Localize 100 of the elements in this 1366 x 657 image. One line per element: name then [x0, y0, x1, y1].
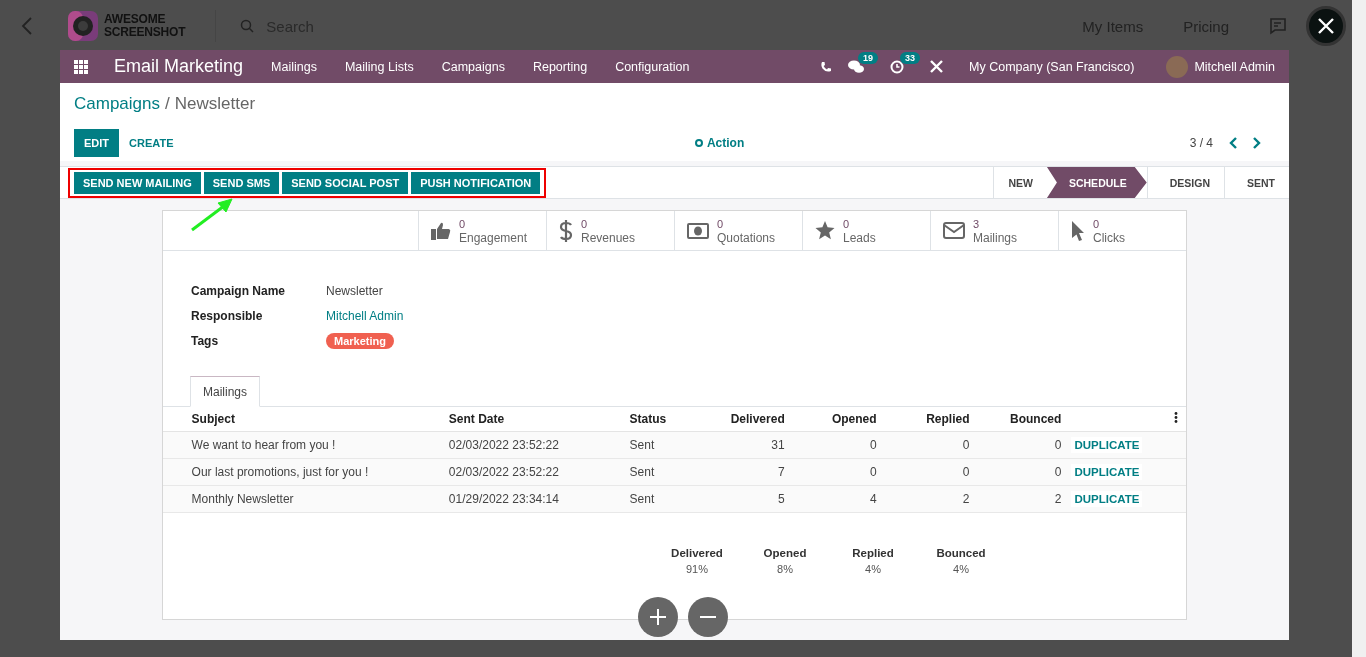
- menu-item[interactable]: Mailing Lists: [344, 59, 414, 74]
- stat-label: Clicks: [1093, 230, 1125, 245]
- table-cell: 0: [784, 458, 877, 486]
- table-cell: Sent: [629, 431, 701, 459]
- field-link[interactable]: Mitchell Admin: [326, 309, 404, 323]
- table-cell: 0: [784, 431, 877, 459]
- summary-value: 4%: [953, 563, 969, 575]
- menu-item[interactable]: Mailings: [271, 59, 317, 74]
- plus-icon: [650, 609, 666, 625]
- count-badge: 33: [900, 51, 921, 64]
- table-cell: 0: [876, 458, 970, 486]
- next-icon[interactable]: [1252, 137, 1261, 149]
- column-header[interactable]: Opened: [784, 407, 877, 432]
- breadcrumb-separator: /: [165, 94, 170, 114]
- scrollbar[interactable]: [1352, 0, 1366, 657]
- column-header[interactable]: Subject: [191, 407, 449, 432]
- table-cell: We want to hear from you !: [191, 431, 449, 459]
- minus-icon: [700, 616, 716, 618]
- chat-bubbles-icon[interactable]: [848, 59, 865, 74]
- stat-value: 0: [843, 216, 851, 231]
- table-cell: 31: [701, 431, 785, 459]
- table-cell: 0: [876, 431, 970, 459]
- kebab-menu-icon[interactable]: [1173, 412, 1178, 423]
- breadcrumb-current: Newsletter: [174, 94, 256, 114]
- summary-label: Bounced: [936, 547, 986, 559]
- breadcrumb-link[interactable]: Campaigns: [74, 94, 160, 114]
- pager-value: 3 / 4: [1189, 136, 1213, 150]
- stat-label: Revenues: [581, 230, 636, 245]
- stat-value: 0: [581, 216, 589, 231]
- summary-value: 8%: [777, 563, 793, 575]
- field-value: Newsletter: [326, 284, 383, 298]
- table-cell: 5: [701, 485, 785, 513]
- stat-label: Leads: [843, 230, 876, 245]
- status-stage[interactable]: SCHEDULE: [1046, 167, 1147, 198]
- tools-icon[interactable]: [930, 60, 944, 73]
- tag-badge: Marketing: [326, 333, 394, 349]
- column-header[interactable]: Delivered: [701, 407, 785, 432]
- summary-label: Opened: [763, 547, 807, 559]
- header-button[interactable]: SEND SMS: [203, 171, 280, 194]
- duplicate-button[interactable]: DUPLICATE: [1071, 437, 1143, 453]
- column-header[interactable]: Bounced: [969, 407, 1062, 432]
- app-logo-text: AWESOME SCREENSHOT: [104, 13, 186, 39]
- thumbs-up-icon: [431, 221, 451, 240]
- menu-item[interactable]: Campaigns: [441, 59, 505, 74]
- table-cell: 01/29/2022 23:34:14: [448, 485, 630, 513]
- table-cell: Sent: [629, 485, 701, 513]
- column-header[interactable]: Replied: [876, 407, 970, 432]
- notebook-tab[interactable]: Mailings: [190, 376, 260, 407]
- table-cell: 02/03/2022 23:52:22: [448, 458, 630, 486]
- table-cell: 0: [969, 458, 1062, 486]
- field-label: Responsible: [191, 309, 264, 323]
- table-cell: Sent: [629, 458, 701, 486]
- field-label: Tags: [191, 334, 220, 348]
- header-button[interactable]: SEND SOCIAL POST: [282, 171, 409, 194]
- column-header[interactable]: Sent Date: [448, 407, 630, 432]
- stat-value: 0: [1093, 216, 1101, 231]
- header-button[interactable]: PUSH NOTIFICATION: [411, 171, 541, 194]
- table-cell: 2: [969, 485, 1062, 513]
- user-menu[interactable]: Mitchell Admin: [1194, 59, 1275, 74]
- table-cell: 2: [876, 485, 970, 513]
- stat-label: Mailings: [973, 230, 1017, 245]
- duplicate-button[interactable]: DUPLICATE: [1071, 491, 1143, 507]
- menu-item[interactable]: Reporting: [532, 59, 588, 74]
- banknote-icon: [687, 222, 709, 239]
- close-button[interactable]: [1306, 6, 1346, 46]
- column-header[interactable]: Status: [629, 407, 701, 432]
- create-button[interactable]: CREATE: [123, 136, 180, 150]
- summary-label: Replied: [852, 547, 894, 559]
- stat-value: 0: [717, 216, 725, 231]
- clock-icon[interactable]: [890, 59, 905, 74]
- stat-label: Quotations: [717, 230, 776, 245]
- duplicate-button[interactable]: DUPLICATE: [1071, 464, 1143, 480]
- stat-value: 3: [973, 216, 981, 231]
- stat-label: Engagement: [459, 230, 528, 245]
- stat-value: 0: [459, 216, 467, 231]
- table-cell: 4: [784, 485, 877, 513]
- field-label: Campaign Name: [191, 284, 287, 298]
- camera-lens-logo-icon: [68, 11, 98, 41]
- menu-item[interactable]: Configuration: [615, 59, 690, 74]
- gear-icon: [694, 139, 703, 147]
- annotation-arrow: [190, 195, 234, 232]
- phone-icon[interactable]: [820, 60, 833, 73]
- close-icon: [1317, 17, 1335, 35]
- summary-label: Delivered: [671, 547, 723, 559]
- cursor-icon: [1071, 220, 1085, 241]
- table-cell: 02/03/2022 23:52:22: [448, 431, 630, 459]
- table-cell: Monthly Newsletter: [191, 485, 449, 513]
- envelope-icon: [943, 222, 965, 239]
- count-badge: 19: [858, 51, 879, 64]
- table-cell: Our last promotions, just for you !: [191, 458, 449, 486]
- dollar-icon: [559, 219, 573, 242]
- apps-grid-icon[interactable]: [74, 59, 88, 74]
- star-icon: [815, 221, 835, 240]
- header-button[interactable]: SEND NEW MAILING: [74, 171, 201, 194]
- previous-icon[interactable]: [1229, 137, 1238, 149]
- edit-button[interactable]: EDIT: [74, 129, 120, 157]
- action-dropdown[interactable]: Action: [688, 135, 751, 151]
- company-switcher[interactable]: My Company (San Francisco): [969, 59, 1135, 74]
- table-cell: 7: [701, 458, 785, 486]
- app-title: Email Marketing: [114, 56, 244, 77]
